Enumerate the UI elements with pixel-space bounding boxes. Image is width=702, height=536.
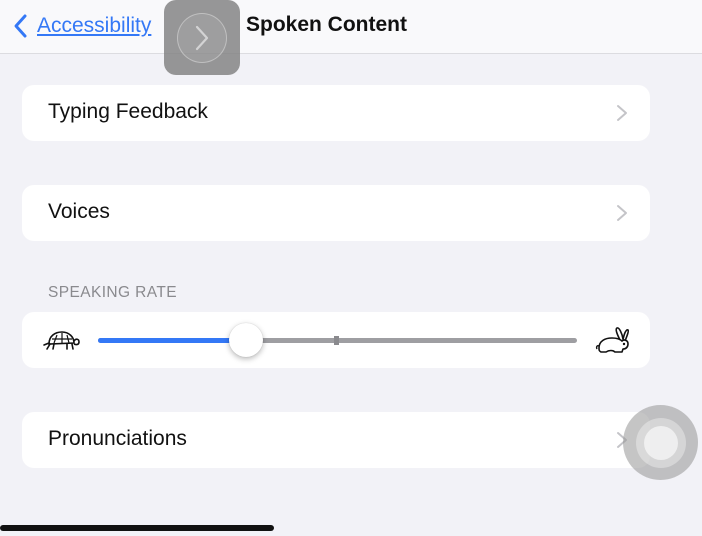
- slider-thumb[interactable]: [229, 323, 264, 357]
- back-button-label[interactable]: Accessibility: [37, 14, 151, 38]
- pronunciations-cell[interactable]: Pronunciations: [22, 412, 650, 468]
- assistive-touch-ring: [635, 417, 686, 468]
- spoken-content-screen: Accessibility Spoken Content Typing Feed…: [0, 0, 702, 536]
- slider-default-tick: [334, 336, 339, 345]
- page-title: Spoken Content: [246, 13, 407, 36]
- pronunciations-label: Pronunciations: [48, 427, 187, 450]
- voices-label: Voices: [48, 200, 110, 223]
- chevron-left-icon: [14, 14, 27, 38]
- assistive-touch-button[interactable]: [623, 405, 698, 480]
- chevron-right-icon: [617, 105, 627, 121]
- chevron-right-icon: [617, 205, 627, 221]
- forward-overlay-button[interactable]: [164, 0, 240, 75]
- typing-feedback-cell[interactable]: Typing Feedback: [22, 85, 650, 141]
- slider-fill: [98, 338, 247, 343]
- turtle-icon: [43, 331, 80, 350]
- home-indicator[interactable]: [0, 525, 274, 531]
- typing-feedback-label: Typing Feedback: [48, 100, 208, 123]
- voices-cell[interactable]: Voices: [22, 185, 650, 241]
- chevron-right-icon: [195, 25, 209, 50]
- rabbit-icon: [595, 327, 630, 353]
- assistive-touch-core: [643, 425, 678, 460]
- navigation-bar: Accessibility Spoken Content: [0, 0, 702, 54]
- speaking-rate-header: SPEAKING RATE: [48, 284, 177, 301]
- forward-overlay-ring: [177, 12, 227, 63]
- back-button[interactable]: Accessibility: [10, 10, 151, 42]
- speaking-rate-slider[interactable]: [98, 323, 577, 357]
